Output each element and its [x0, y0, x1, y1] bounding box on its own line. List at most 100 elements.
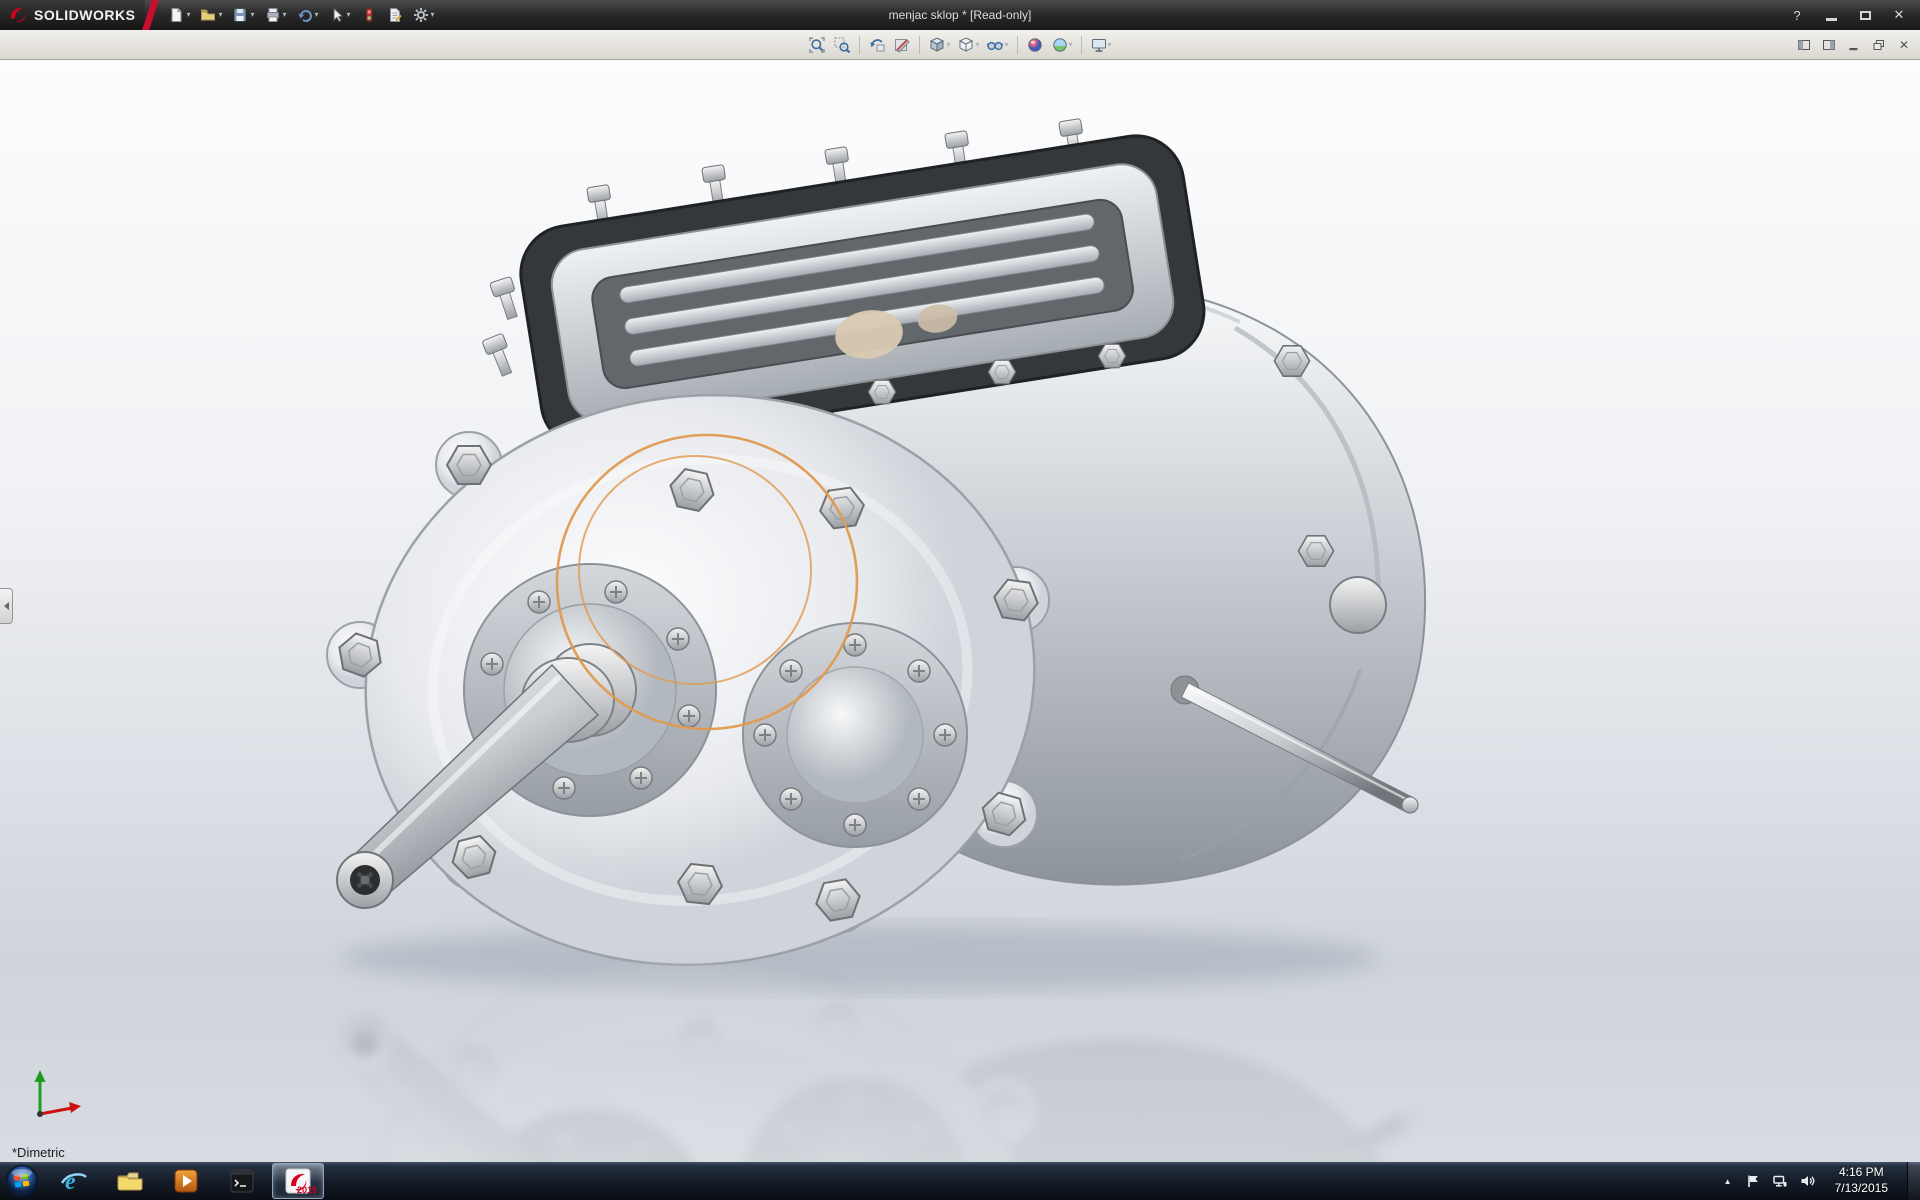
save-button[interactable]: ▾: [228, 3, 258, 27]
clock-date: 7/13/2015: [1835, 1181, 1888, 1197]
command-prompt-taskbar-button[interactable]: [216, 1163, 268, 1199]
options-gear-icon: [413, 7, 429, 23]
collapsed-panel-tab[interactable]: [0, 588, 13, 624]
new-document-button[interactable]: ▾: [164, 3, 194, 27]
print-button[interactable]: ▾: [261, 3, 291, 27]
window-title: menjac sklop * [Read-only]: [889, 0, 1032, 30]
heads-up-bar: ▾ ▾ ▾: [0, 30, 1920, 60]
file-properties-button[interactable]: [383, 3, 407, 27]
help-button[interactable]: ?: [1788, 6, 1806, 24]
zoom-fit-icon: [808, 36, 826, 54]
view-orientation-label: *Dimetric: [12, 1145, 65, 1160]
dropdown-arrow-icon[interactable]: ▾: [218, 11, 222, 19]
undo-button[interactable]: ▾: [293, 3, 323, 27]
internet-explorer-taskbar-button[interactable]: e: [48, 1163, 100, 1199]
system-tray: ▲ 4:16 PM 7/13/2015: [1721, 1162, 1920, 1200]
options-button[interactable]: ▾: [409, 3, 439, 27]
volume-button[interactable]: [1798, 1172, 1816, 1190]
file-explorer-taskbar-button[interactable]: [104, 1163, 156, 1199]
heads-up-view-toolbar: ▾ ▾ ▾: [805, 32, 1114, 58]
view-settings-button[interactable]: ▾: [1087, 32, 1115, 58]
rebuild-button[interactable]: [357, 3, 381, 27]
show-desktop-button[interactable]: [1907, 1162, 1920, 1200]
dropdown-arrow-icon[interactable]: ▾: [975, 41, 979, 49]
display-style-button[interactable]: ▾: [954, 32, 982, 58]
zoom-area-icon: [833, 36, 851, 54]
solidworks-taskbar-button[interactable]: 2015: [272, 1163, 324, 1199]
toolbar-separator: [859, 36, 860, 54]
clock-time: 4:16 PM: [1835, 1165, 1888, 1181]
doc-minimize-button[interactable]: [1846, 37, 1862, 53]
floor-shadow: [340, 924, 1380, 992]
pinned-task-icons: e: [48, 1163, 324, 1199]
toolbar-separator: [1017, 36, 1018, 54]
media-player-icon: [171, 1166, 201, 1196]
volume-icon: [1799, 1173, 1815, 1189]
open-button[interactable]: ▾: [196, 3, 226, 27]
orientation-triad: [26, 1062, 86, 1122]
undo-icon: [297, 7, 313, 23]
action-center-flag-icon: [1745, 1173, 1761, 1189]
close-button[interactable]: ✕: [1890, 6, 1908, 24]
start-button[interactable]: [4, 1163, 40, 1199]
toolbar-separator: [1081, 36, 1082, 54]
rebuild-icon: [361, 7, 377, 23]
pane-left-button[interactable]: [1796, 37, 1812, 53]
titlebar: SOLIDWORKS ▾ ▾ ▾: [0, 0, 1920, 30]
file-explorer-icon: [115, 1166, 145, 1196]
dropdown-arrow-icon[interactable]: ▾: [1069, 41, 1073, 49]
previous-view-button[interactable]: [865, 32, 889, 58]
minimize-icon: [1847, 38, 1861, 52]
select-button[interactable]: ▾: [325, 3, 355, 27]
dropdown-arrow-icon[interactable]: ▾: [283, 11, 287, 19]
window-controls: ? ✕: [1788, 0, 1920, 30]
select-cursor-icon: [329, 7, 345, 23]
taskbar-clock[interactable]: 4:16 PM 7/13/2015: [1825, 1165, 1898, 1196]
minimize-icon: [1826, 18, 1837, 21]
graphics-area[interactable]: *Dimetric: [0, 60, 1920, 1162]
maximize-button[interactable]: [1856, 6, 1874, 24]
dropdown-arrow-icon[interactable]: ▾: [186, 11, 190, 19]
tray-expand-button[interactable]: ▲: [1721, 1174, 1735, 1188]
windows-start-orb-icon: [5, 1164, 39, 1198]
document-window-controls: ✕: [1796, 30, 1912, 60]
edit-appearance-icon: [1026, 36, 1044, 54]
dropdown-arrow-icon[interactable]: ▾: [250, 11, 254, 19]
new-document-icon: [168, 7, 184, 23]
dropdown-arrow-icon[interactable]: ▾: [1004, 41, 1008, 49]
zoom-fit-button[interactable]: [805, 32, 829, 58]
dropdown-arrow-icon[interactable]: ▾: [347, 11, 351, 19]
doc-close-button[interactable]: ✕: [1896, 37, 1912, 53]
display-style-icon: [957, 36, 975, 54]
section-view-icon: [893, 36, 911, 54]
network-button[interactable]: [1771, 1172, 1789, 1190]
gearbox-3d-model[interactable]: [0, 60, 1920, 1162]
restore-icon: [1872, 38, 1886, 52]
file-properties-icon: [387, 7, 403, 23]
apply-scene-button[interactable]: ▾: [1048, 32, 1076, 58]
action-center-button[interactable]: [1744, 1172, 1762, 1190]
zoom-area-button[interactable]: [830, 32, 854, 58]
dropdown-arrow-icon[interactable]: ▾: [431, 11, 435, 19]
command-prompt-icon: [227, 1166, 257, 1196]
previous-view-icon: [868, 36, 886, 54]
view-orientation-button[interactable]: ▾: [925, 32, 953, 58]
section-view-button[interactable]: [890, 32, 914, 58]
media-player-taskbar-button[interactable]: [160, 1163, 212, 1199]
dropdown-arrow-icon[interactable]: ▾: [1108, 41, 1112, 49]
pane-right-button[interactable]: [1821, 37, 1837, 53]
print-icon: [265, 7, 281, 23]
solidworks-logo[interactable]: SOLIDWORKS: [0, 0, 145, 30]
edit-appearance-button[interactable]: [1023, 32, 1047, 58]
pane-left-icon: [1797, 38, 1811, 52]
view-settings-icon: [1090, 36, 1108, 54]
dropdown-arrow-icon[interactable]: ▾: [315, 11, 319, 19]
hide-show-items-button[interactable]: ▾: [983, 32, 1011, 58]
maximize-icon: [1860, 11, 1871, 20]
dropdown-arrow-icon[interactable]: ▾: [946, 41, 950, 49]
doc-restore-button[interactable]: [1871, 37, 1887, 53]
network-icon: [1772, 1173, 1788, 1189]
minimize-button[interactable]: [1822, 6, 1840, 24]
internet-explorer-icon: e: [59, 1166, 89, 1196]
open-icon: [200, 7, 216, 23]
